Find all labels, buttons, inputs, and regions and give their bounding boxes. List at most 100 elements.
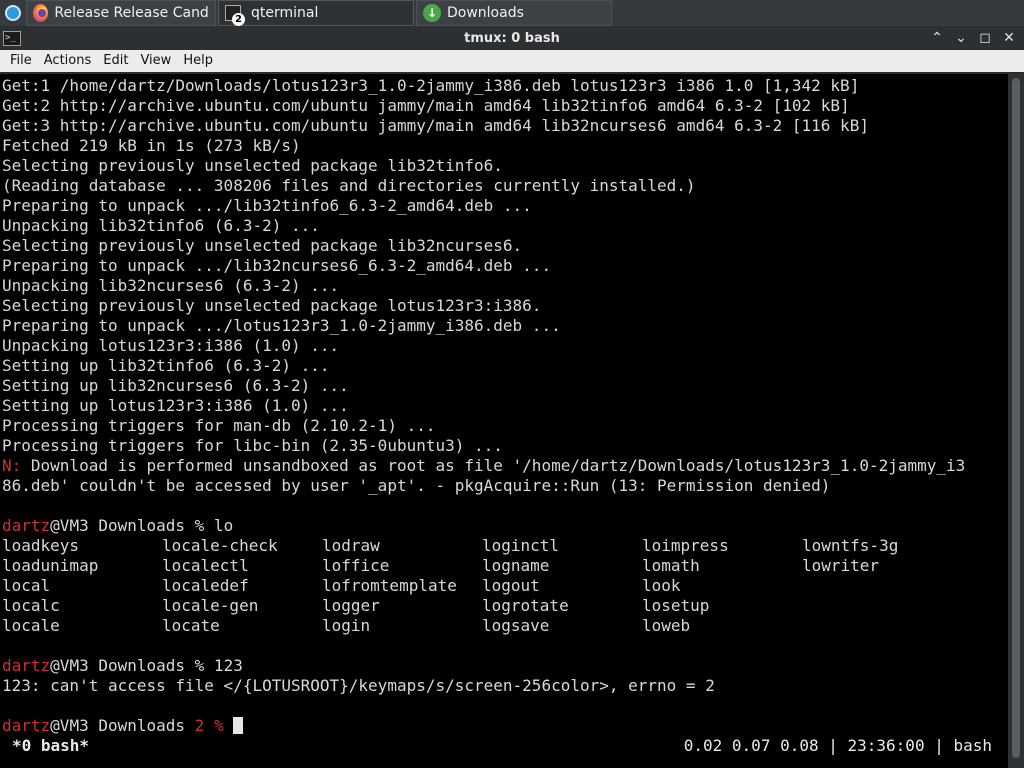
terminal-line: (Reading database ... 308206 files and d… [2,176,696,195]
menu-view[interactable]: View [134,50,177,72]
prompt-line: dartz@VM3 Downloads % 123 [2,656,243,676]
completion-item: loffice [322,556,390,575]
notice-text: Download is performed unsandboxed as roo… [21,456,966,475]
terminal-line: Get:3 http://archive.ubuntu.com/ubuntu j… [2,116,869,135]
taskbar-item-label: Release Release Candid... [54,5,209,21]
window-title: tmux: 0 bash [464,30,560,46]
text-cursor [233,717,244,734]
completion-item: losetup [642,596,710,615]
terminal-scrollbar[interactable] [1008,74,1024,768]
terminal-line: Fetched 219 kB in 1s (273 kB/s) [2,136,301,155]
taskbar-item-label: Downloads [447,5,524,21]
current-prompt-line[interactable]: dartz@VM3 Downloads 2 % [2,716,244,736]
exit-code: 2 [194,716,205,735]
taskbar-item-firefox[interactable]: Release Release Candid... [26,0,216,26]
terminal-line: Setting up lotus123r3:i386 (1.0) ... [2,396,349,415]
prompt-user: dartz [2,516,51,535]
completion-item: locale-check [162,536,278,555]
prompt-symbol: % [204,716,234,735]
terminal-icon: 2 [225,5,245,26]
terminal-line: Selecting previously unselected package … [2,156,503,175]
completion-item: loimpress [642,536,729,555]
completion-item: locale-gen [162,596,259,615]
maximize-button[interactable]: ◻ [976,29,994,47]
terminal-line: Unpacking lib32tinfo6 (6.3-2) ... [2,216,320,235]
completion-item: loweb [642,616,691,635]
window-count-badge: 2 [232,13,245,26]
completion-item: lomath [642,556,700,575]
completion-item: look [642,576,681,595]
menu-file[interactable]: File [4,50,38,72]
download-icon: ↓ [423,4,441,22]
completion-item: lodraw [322,536,380,555]
completion-item: locale [2,616,60,635]
prompt-user: dartz [2,656,51,675]
taskbar: Release Release Candid... 2 qterminal ↓ … [0,0,1024,26]
tmux-status-right: 0.02 0.07 0.08 | 23:36:00 | bash [683,736,992,755]
terminal-output[interactable]: Get:1 /home/dartz/Downloads/lotus123r3_1… [0,74,1008,768]
terminal-line: Setting up lib32ncurses6 (6.3-2) ... [2,376,349,395]
completion-item: login [322,616,371,635]
menu-edit[interactable]: Edit [97,50,134,72]
completion-item: locate [162,616,220,635]
menu-actions[interactable]: Actions [38,50,98,72]
notice-prefix: N: [2,456,22,475]
completion-item: lowntfs-3g [802,536,899,555]
completion-item: logout [482,576,540,595]
completion-row: locale locate login logsave loweb [2,616,802,636]
terminal-line: Get:2 http://archive.ubuntu.com/ubuntu j… [2,96,850,115]
completion-row: loadkeys locale-check lodraw loginctl loimpr… [2,536,962,556]
terminal-line: Setting up lib32tinfo6 (6.3-2) ... [2,356,330,375]
prompt-host-dir: @VM3 Downloads [50,656,186,675]
command-text: % lo [185,516,234,535]
terminal-line: Preparing to unpack .../lib32tinfo6_6.3-… [2,196,532,215]
completion-item: logrotate [482,596,569,615]
completion-item: logsave [482,616,550,635]
completion-item: loadkeys [2,536,80,555]
terminal-line: Processing triggers for libc-bin (2.35-0… [2,436,503,455]
prompt-user: dartz [2,716,51,735]
completion-item: localc [2,596,60,615]
firefox-icon [33,4,49,22]
taskbar-item-downloads[interactable]: ↓ Downloads [416,0,612,26]
completion-item: localedef [162,576,249,595]
completion-row: local localedef lofromtemplate logout look [2,576,802,596]
command-text: % 123 [185,656,243,675]
terminal-line: Selecting previously unselected package … [2,296,542,315]
taskbar-item-qterminal[interactable]: 2 qterminal [218,0,414,26]
error-line: 123: can't access file </{LOTUSROOT}/key… [2,676,715,695]
scrollbar-thumb[interactable] [1012,78,1020,758]
prompt-line: dartz@VM3 Downloads % lo [2,516,233,536]
completion-row: localc locale-gen logger logrotate losetup [2,596,802,616]
menu-help[interactable]: Help [177,50,219,72]
completion-item: logname [482,556,550,575]
terminal-line: Get:1 /home/dartz/Downloads/lotus123r3_1… [2,76,860,95]
completion-item: localectl [162,556,249,575]
terminal-line: Processing triggers for man-db (2.10.2-1… [2,416,436,435]
completion-item: lowriter [802,556,880,575]
app-menu-icon [5,5,21,21]
start-menu-button[interactable] [0,0,26,26]
terminal-window-icon[interactable]: >_ [3,30,21,46]
minimize-button[interactable]: ⌃ [928,29,946,47]
tmux-window-list[interactable]: *0 bash* [12,736,89,756]
prompt-host-dir: @VM3 Downloads [50,716,186,735]
taskbar-item-label: qterminal [251,5,319,21]
completion-item: loadunimap [2,556,99,575]
notice-line-continued: 86.deb' couldn't be accessed by user '_a… [2,476,831,495]
completion-row: loadunimap localectl loffice logname lomath l… [2,556,962,576]
terminal-line: Preparing to unpack .../lib32ncurses6_6.… [2,256,552,275]
window-titlebar[interactable]: >_ tmux: 0 bash ⌃ ⌄ ◻ ✕ [0,26,1024,50]
notice-line: N: Download is performed unsandboxed as … [2,456,965,476]
shade-button[interactable]: ⌄ [952,29,970,47]
terminal-line: Preparing to unpack .../lotus123r3_1.0-2… [2,316,561,335]
terminal-line: Unpacking lib32ncurses6 (6.3-2) ... [2,276,340,295]
menubar: File Actions Edit View Help [0,50,1024,72]
close-button[interactable]: ✕ [1000,29,1018,47]
completion-item: lofromtemplate [322,576,457,595]
terminal-line: Selecting previously unselected package … [2,236,523,255]
prompt-host-dir: @VM3 Downloads [50,516,186,535]
terminal-line: Unpacking lotus123r3:i386 (1.0) ... [2,336,340,355]
completion-item: local [2,576,51,595]
completion-item: loginctl [482,536,560,555]
